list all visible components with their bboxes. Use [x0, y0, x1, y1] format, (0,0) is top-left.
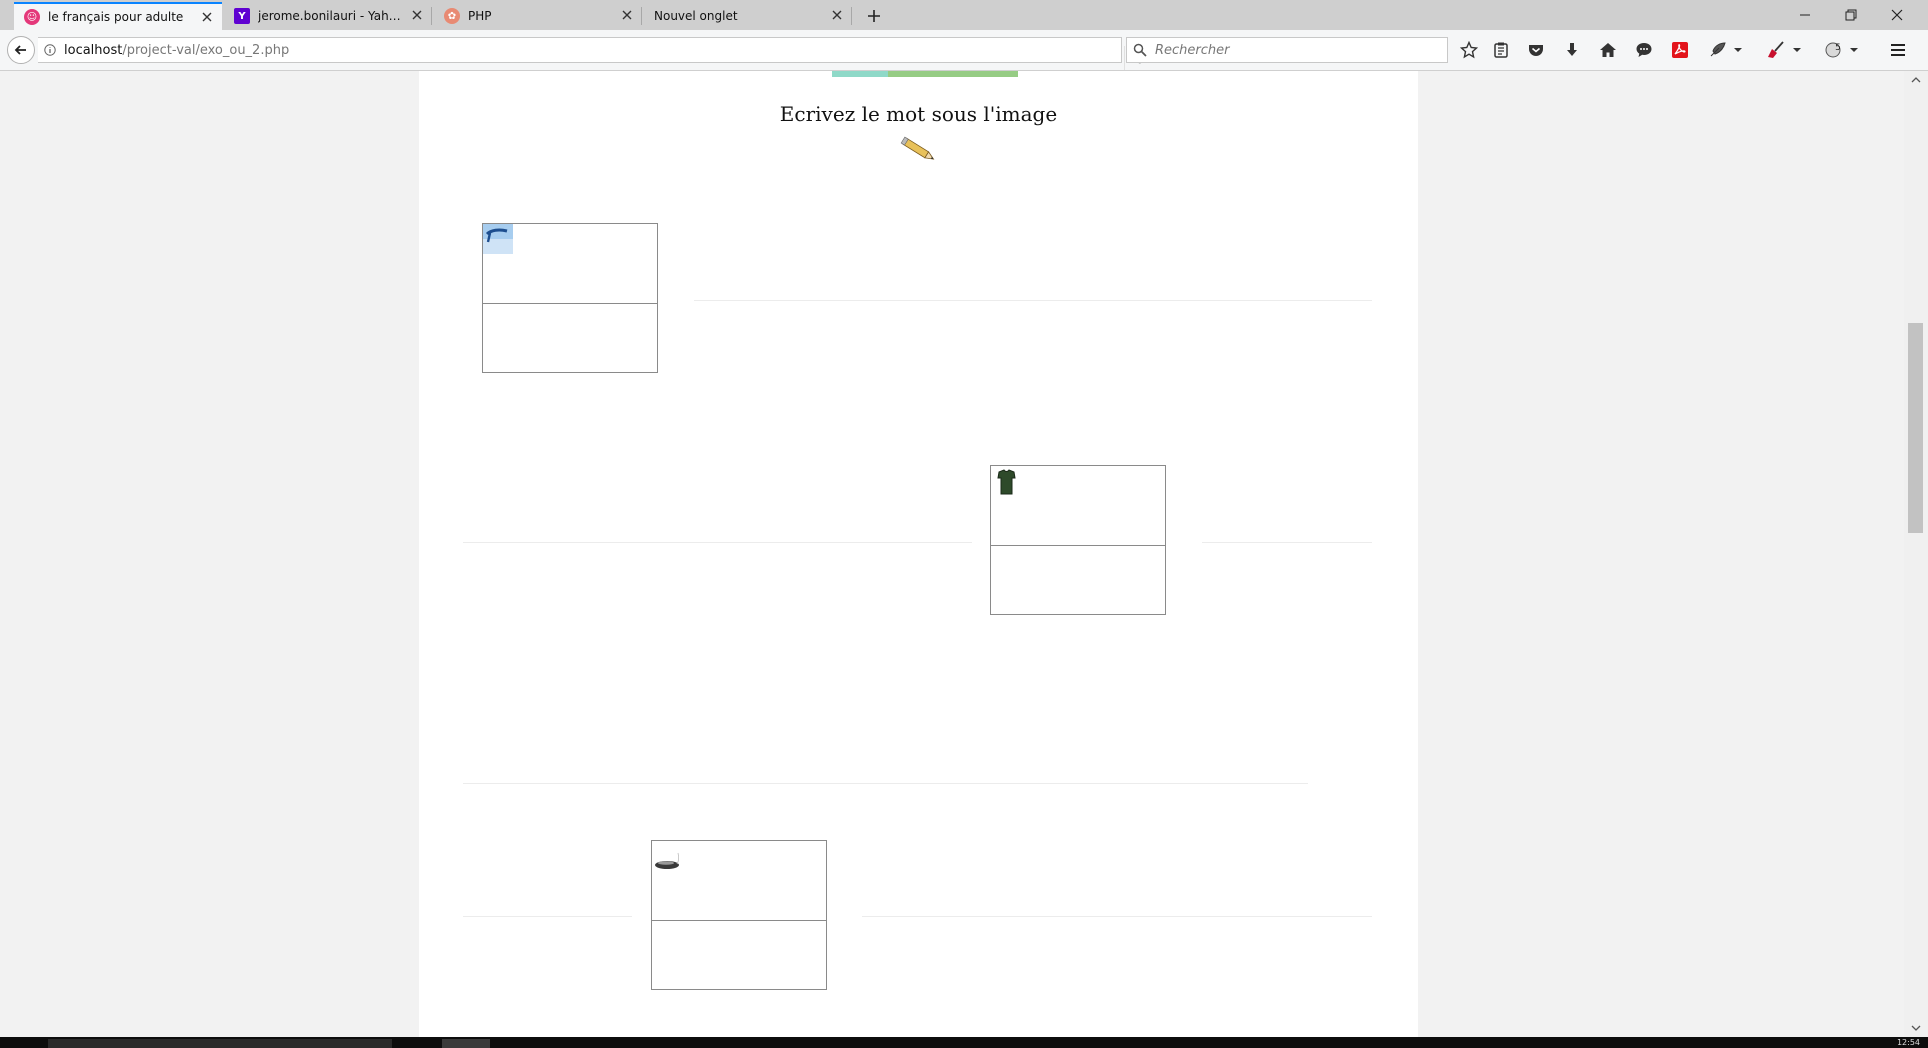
taskbar-item[interactable] — [48, 1039, 392, 1048]
pocket-icon — [1529, 45, 1543, 56]
tab-separator — [641, 7, 642, 25]
page-content: Ecrivez le mot sous l'image — [419, 71, 1418, 1037]
feather-icon — [1710, 42, 1726, 57]
tab-title: Nouvel onglet — [654, 9, 738, 23]
account-button[interactable]: 5 — [1822, 38, 1862, 62]
hairdryer-icon — [483, 224, 513, 254]
scroll-up-button[interactable] — [1904, 71, 1928, 89]
top-decoration-bar — [832, 71, 888, 77]
page-title: Ecrivez le mot sous l'image — [779, 102, 1058, 126]
account-badge-count: 5 — [1835, 43, 1841, 53]
bookmark-star-button[interactable] — [1457, 38, 1481, 62]
exercise-image-area — [483, 224, 657, 304]
answer-input[interactable] — [483, 304, 657, 372]
taskbar-item[interactable] — [442, 1039, 490, 1048]
downloads-button[interactable] — [1560, 38, 1584, 62]
star-icon — [1460, 41, 1478, 59]
search-input[interactable] — [1153, 41, 1437, 59]
acrobat-icon — [1672, 42, 1688, 58]
bookmarks-list-button[interactable] — [1489, 38, 1513, 62]
answer-input[interactable] — [991, 546, 1165, 614]
exercise-image-area — [652, 841, 826, 921]
tshirt-icon — [997, 469, 1016, 495]
minimize-icon — [1800, 14, 1810, 16]
minimize-button[interactable] — [1782, 0, 1828, 30]
download-arrow-icon — [1567, 43, 1577, 56]
exercise-card — [482, 223, 658, 373]
navigation-bar: localhost/project-val/exo_ou_2.php 5 — [0, 30, 1928, 71]
divider-line — [463, 916, 632, 917]
close-icon[interactable] — [410, 8, 424, 22]
close-icon[interactable] — [620, 8, 634, 22]
tab-title: jerome.bonilauri - Yahoo ... — [258, 9, 408, 23]
divider-line — [463, 783, 1308, 784]
close-icon — [1891, 9, 1903, 21]
pencil-icon — [900, 136, 935, 160]
scroll-down-button[interactable] — [1904, 1019, 1928, 1037]
tab-title: le français pour adulte — [48, 10, 184, 24]
chat-button[interactable] — [1632, 38, 1656, 62]
home-icon — [1600, 43, 1616, 57]
close-icon[interactable] — [830, 8, 844, 22]
chevron-down-icon — [1793, 48, 1801, 52]
restore-icon — [1845, 9, 1857, 21]
new-tab-button[interactable] — [862, 4, 886, 28]
url-path: /project-val/exo_ou_2.php — [122, 42, 290, 58]
exercise-card — [990, 465, 1166, 615]
exercise-image-area — [991, 466, 1165, 546]
divider-line — [862, 916, 1372, 917]
extension-menu-button[interactable] — [1706, 38, 1746, 62]
menu-button[interactable] — [1886, 38, 1910, 62]
francais-favicon-icon: ☺ — [24, 9, 40, 25]
restore-button[interactable] — [1828, 0, 1874, 30]
scroll-thumb[interactable] — [1908, 323, 1923, 533]
exercise-card — [651, 840, 827, 990]
chevron-down-icon — [1911, 1025, 1921, 1031]
vertical-scrollbar[interactable] — [1904, 71, 1928, 1037]
close-window-button[interactable] — [1874, 0, 1920, 30]
back-button[interactable] — [7, 36, 35, 64]
chevron-down-icon — [1734, 48, 1742, 52]
home-button[interactable] — [1596, 38, 1620, 62]
chevron-up-icon — [1911, 77, 1921, 83]
hamburger-menu-icon — [1891, 44, 1905, 56]
mouse-icon — [655, 852, 680, 869]
answer-input[interactable] — [652, 921, 826, 989]
tab-francais[interactable]: ☺ le français pour adulte — [14, 2, 222, 30]
chevron-down-icon — [1850, 48, 1858, 52]
divider-line — [1202, 542, 1372, 543]
yahoo-favicon-icon: Y — [234, 8, 250, 24]
chat-bubble-icon — [1636, 43, 1652, 57]
tab-separator — [431, 7, 432, 25]
tab-title: PHP — [468, 9, 492, 23]
arrow-left-icon — [14, 45, 26, 55]
pocket-button[interactable] — [1524, 38, 1548, 62]
divider-line — [463, 542, 972, 543]
extension-menu-button[interactable] — [1764, 38, 1804, 62]
top-decoration-bar — [888, 71, 1018, 77]
broom-icon — [1768, 41, 1784, 58]
search-bar[interactable] — [1126, 37, 1448, 63]
taskbar-clock: 12:54 — [1896, 1038, 1920, 1047]
info-icon[interactable] — [44, 44, 56, 56]
pdf-extension-button[interactable] — [1668, 38, 1692, 62]
tab-separator — [851, 7, 852, 25]
os-taskbar: 12:54 — [0, 1037, 1928, 1048]
address-bar[interactable]: localhost/project-val/exo_ou_2.php — [38, 37, 1146, 70]
divider-line — [694, 300, 1372, 301]
php-favicon-icon: ✿ — [444, 8, 460, 24]
tab-yahoo[interactable]: Y jerome.bonilauri - Yahoo ... — [224, 2, 432, 30]
tab-nouvel-onglet[interactable]: Nouvel onglet — [644, 2, 852, 30]
clipboard-icon — [1494, 42, 1508, 58]
search-icon — [1133, 43, 1147, 57]
plus-icon — [868, 10, 880, 22]
page-viewport: Ecrivez le mot sous l'image — [0, 71, 1904, 1037]
tab-php[interactable]: ✿ PHP — [434, 2, 642, 30]
close-icon[interactable] — [200, 10, 214, 24]
url-host: localhost — [64, 42, 123, 58]
tab-strip: ☺ le français pour adulte Y jerome.bonil… — [0, 0, 1928, 30]
